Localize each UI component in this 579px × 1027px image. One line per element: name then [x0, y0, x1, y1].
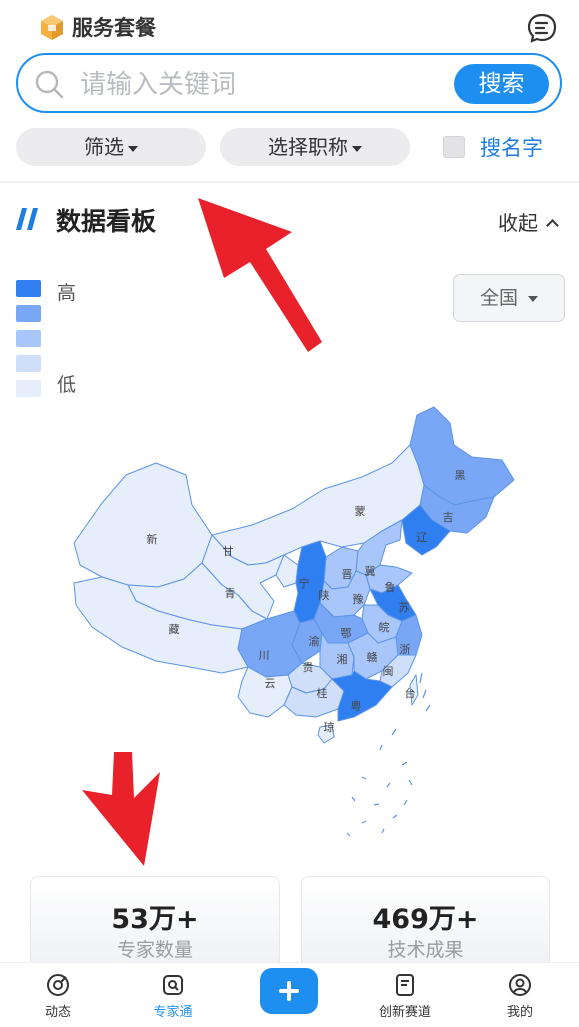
province-label: 云 — [265, 677, 276, 690]
legend-swatch — [16, 305, 41, 322]
region-select[interactable]: 全国 — [453, 274, 565, 322]
chevron-up-icon — [546, 219, 559, 232]
tab-mine[interactable]: 我的 — [480, 973, 560, 1020]
tab-label: 我的 — [506, 1005, 533, 1020]
province-label: 川 — [259, 649, 270, 662]
red-arrow-annotation — [82, 752, 160, 866]
message-icon[interactable] — [526, 12, 558, 44]
legend-swatch — [16, 355, 41, 372]
caret-down-icon — [128, 145, 138, 152]
province-label: 吉 — [443, 511, 454, 524]
name-search-label[interactable]: 搜名字 — [480, 132, 543, 162]
caret-down-icon — [528, 295, 538, 302]
province-region[interactable] — [73, 462, 213, 588]
red-arrow-annotation — [198, 198, 322, 352]
province-label: 桂 — [317, 686, 328, 700]
name-search-checkbox[interactable] — [443, 136, 465, 158]
province-label: 渝 — [309, 634, 320, 648]
province-label: 晋 — [342, 568, 353, 581]
tab-label: 动态 — [44, 1005, 71, 1020]
province-label: 甘 — [223, 545, 234, 558]
province-label: 琼 — [324, 720, 335, 734]
province-label: 苏 — [399, 601, 410, 614]
province-label: 皖 — [379, 620, 390, 634]
province-label: 辽 — [417, 531, 428, 544]
search-icon — [35, 70, 64, 99]
legend-low-label: 低 — [57, 374, 77, 396]
user-icon — [509, 974, 531, 996]
legend-swatch — [16, 280, 41, 297]
tab-dynamics[interactable]: 动态 — [18, 973, 98, 1020]
province-label: 豫 — [353, 593, 364, 606]
province-label: 蒙 — [355, 505, 366, 518]
section-divider — [0, 181, 579, 183]
package-box-icon — [41, 15, 63, 40]
province-label: 浙 — [400, 643, 411, 656]
caret-down-icon — [352, 145, 362, 152]
province-label: 黑 — [455, 469, 466, 482]
stat-label: 技术成果 — [387, 939, 464, 961]
add-button[interactable] — [260, 968, 318, 1014]
stat-value: 469万+ — [372, 904, 479, 935]
notebook-icon — [396, 974, 414, 996]
province-label: 藏 — [169, 623, 180, 636]
top-bar: 服务套餐 — [0, 0, 579, 52]
collapse-toggle[interactable]: 收起 — [498, 207, 559, 236]
legend-high-label: 高 — [57, 282, 77, 304]
tab-innovation-track[interactable]: 创新赛道 — [365, 973, 445, 1020]
tab-expert-connect[interactable]: 专家通 — [133, 973, 213, 1020]
service-package-link[interactable]: 服务套餐 — [38, 12, 156, 42]
province-label: 青 — [225, 587, 236, 600]
stat-card-achievements[interactable]: 469万+ 技术成果 — [301, 876, 550, 976]
tab-label: 专家通 — [153, 1005, 193, 1020]
province-label: 粤 — [351, 699, 362, 713]
board-title: 数据看板 — [56, 207, 157, 236]
province-label: 鲁 — [385, 580, 396, 594]
province-label: 贵 — [303, 661, 314, 674]
service-package-label: 服务套餐 — [72, 16, 156, 40]
stat-card-experts[interactable]: 53万+ 专家数量 — [30, 876, 280, 976]
filter-row: 筛选 选择职称 搜名字 — [0, 128, 579, 168]
region-select-value: 全国 — [479, 287, 518, 309]
stat-value: 53万+ — [111, 904, 199, 935]
title-dropdown[interactable]: 选择职称 — [220, 128, 410, 166]
compass-icon — [47, 974, 69, 996]
province-label: 闽 — [383, 665, 394, 678]
stat-label: 专家数量 — [116, 939, 193, 961]
province-label: 新 — [147, 532, 158, 546]
legend-swatch — [16, 380, 41, 397]
double-slash-icon — [16, 208, 38, 230]
province-label: 宁 — [299, 576, 310, 590]
search-button[interactable]: 搜索 — [454, 64, 549, 104]
province-label: 陕 — [319, 588, 330, 602]
province-label: 湘 — [337, 652, 348, 666]
search-input[interactable] — [78, 64, 442, 106]
province-label: 台 — [405, 686, 416, 700]
search-bar: 搜索 — [16, 53, 562, 113]
title-dropdown-label: 选择职称 — [268, 135, 348, 159]
filter-dropdown[interactable]: 筛选 — [16, 128, 206, 166]
legend-swatch — [16, 330, 41, 347]
province-label: 冀 — [365, 564, 376, 578]
collapse-label: 收起 — [498, 211, 538, 235]
province-label: 鄂 — [341, 627, 352, 640]
tab-label: 创新赛道 — [378, 1005, 431, 1020]
filter-dropdown-label: 筛选 — [84, 135, 124, 159]
expert-search-icon — [163, 975, 183, 995]
province-label: 赣 — [367, 650, 378, 664]
